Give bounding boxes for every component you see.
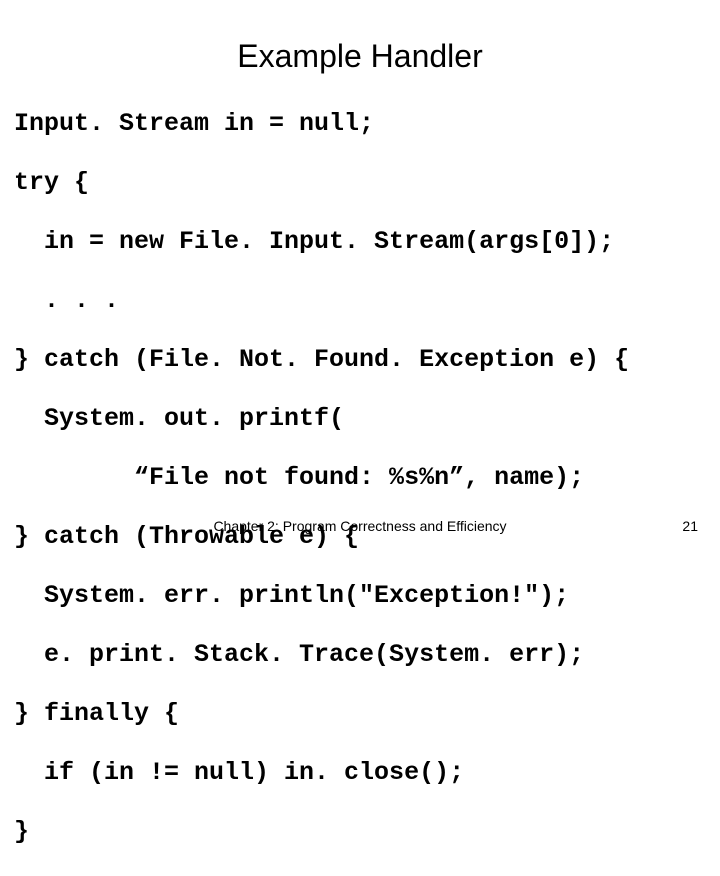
- code-line: e. print. Stack. Trace(System. err);: [14, 640, 720, 670]
- code-line: “File not found: %s%n”, name);: [14, 463, 720, 493]
- code-line: System. err. println("Exception!");: [14, 581, 720, 611]
- code-line: in = new File. Input. Stream(args[0]);: [14, 227, 720, 257]
- code-line: } catch (File. Not. Found. Exception e) …: [14, 345, 720, 375]
- code-line: } finally {: [14, 699, 720, 729]
- slide-title: Example Handler: [0, 0, 720, 79]
- code-line: Input. Stream in = null;: [14, 109, 720, 139]
- code-line: if (in != null) in. close();: [14, 758, 720, 788]
- code-line: }: [14, 817, 720, 847]
- code-line: try {: [14, 168, 720, 198]
- code-line: System. out. printf(: [14, 404, 720, 434]
- code-block: Input. Stream in = null; try { in = new …: [0, 79, 720, 876]
- footer-text: Chapter 2: Program Correctness and Effic…: [213, 518, 506, 534]
- code-line: . . .: [14, 286, 720, 316]
- page-number: 21: [682, 518, 698, 534]
